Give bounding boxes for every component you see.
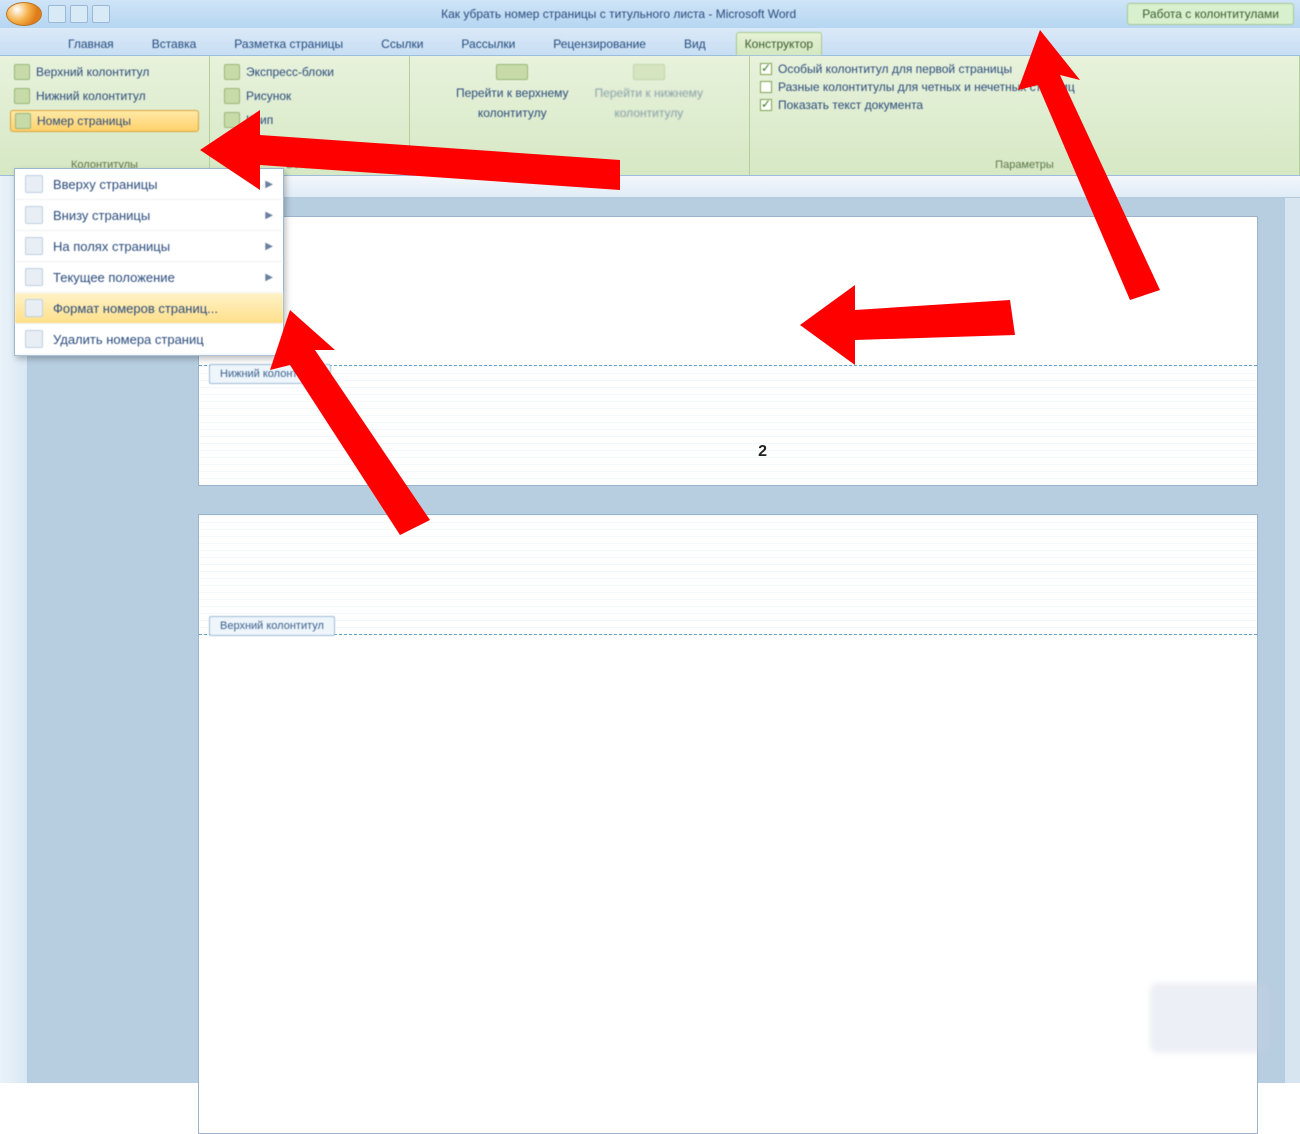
format-icon bbox=[25, 299, 43, 317]
checkbox-icon bbox=[760, 63, 772, 75]
dd-label: Текущее положение bbox=[53, 270, 175, 285]
annotation-arrow bbox=[800, 280, 1020, 370]
dd-label: Вверху страницы bbox=[53, 177, 158, 192]
qat-undo-icon[interactable] bbox=[70, 5, 88, 23]
quickparts-label: Экспресс-блоки bbox=[246, 65, 334, 79]
chevron-right-icon: ▶ bbox=[265, 272, 273, 283]
contextual-tab-label[interactable]: Работа с колонтитулами bbox=[1127, 3, 1294, 25]
dd-remove-page-numbers[interactable]: Удалить номера страниц bbox=[15, 324, 283, 355]
document-page[interactable]: Верхний колонтитул bbox=[198, 514, 1258, 1134]
vertical-scrollbar[interactable] bbox=[1284, 176, 1300, 1083]
tab-mailings[interactable]: Рассылки bbox=[453, 33, 523, 55]
quickparts-button[interactable]: Экспресс-блоки bbox=[220, 62, 399, 82]
tab-page-layout[interactable]: Разметка страницы bbox=[226, 33, 351, 55]
tab-references[interactable]: Ссылки bbox=[373, 33, 431, 55]
header-button[interactable]: Верхний колонтитул bbox=[10, 62, 199, 82]
chevron-right-icon: ▶ bbox=[265, 241, 273, 252]
title-bar: Как убрать номер страницы с титульного л… bbox=[0, 0, 1300, 28]
header-label: Верхний колонтитул bbox=[36, 65, 149, 79]
dd-current-position[interactable]: Текущее положение ▶ bbox=[15, 262, 283, 293]
page-number-value[interactable]: 2 bbox=[758, 443, 767, 461]
annotation-arrow bbox=[270, 310, 450, 540]
quickparts-icon bbox=[224, 64, 240, 80]
page-number-label: Номер страницы bbox=[37, 114, 131, 128]
remove-icon bbox=[25, 330, 43, 348]
header-tag: Верхний колонтитул bbox=[209, 616, 335, 636]
page-number-icon bbox=[15, 113, 31, 129]
page-number-button[interactable]: Номер страницы bbox=[10, 110, 199, 132]
page-margin-icon bbox=[25, 237, 43, 255]
dd-format-page-numbers[interactable]: Формат номеров страниц... bbox=[15, 293, 283, 324]
footer-label: Нижний колонтитул bbox=[36, 89, 146, 103]
current-pos-icon bbox=[25, 268, 43, 286]
quick-access-toolbar bbox=[48, 5, 110, 23]
window-title: Как убрать номер страницы с титульного л… bbox=[116, 7, 1121, 21]
qat-save-icon[interactable] bbox=[48, 5, 66, 23]
dd-page-margins[interactable]: На полях страницы ▶ bbox=[15, 231, 283, 262]
checkbox-icon bbox=[760, 81, 772, 93]
dd-label: Удалить номера страниц bbox=[53, 332, 204, 347]
opt-first-page-label: Особый колонтитул для первой страницы bbox=[778, 62, 1012, 76]
tab-design[interactable]: Конструктор bbox=[736, 32, 822, 55]
page-bottom-icon bbox=[25, 206, 43, 224]
checkbox-icon bbox=[760, 99, 772, 111]
annotation-arrow bbox=[1010, 30, 1190, 310]
ribbon-group-header-footer: Верхний колонтитул Нижний колонтитул Ном… bbox=[0, 56, 210, 175]
office-button[interactable] bbox=[6, 2, 42, 26]
page-top-icon bbox=[25, 175, 43, 193]
footer-button[interactable]: Нижний колонтитул bbox=[10, 86, 199, 106]
opt-show-doc-label: Показать текст документа bbox=[778, 98, 923, 112]
tab-view[interactable]: Вид bbox=[676, 33, 714, 55]
goto-header-l1: Перейти к верхнему bbox=[456, 86, 569, 100]
header-icon bbox=[14, 64, 30, 80]
goto-header-icon bbox=[496, 64, 528, 80]
watermark bbox=[1150, 983, 1270, 1053]
dd-label: На полях страницы bbox=[53, 239, 170, 254]
annotation-arrow bbox=[200, 100, 630, 230]
goto-footer-icon bbox=[633, 64, 665, 80]
tab-review[interactable]: Рецензирование bbox=[545, 33, 654, 55]
goto-footer-l1: Перейти к нижнему bbox=[595, 86, 704, 100]
dd-label: Внизу страницы bbox=[53, 208, 150, 223]
dd-label: Формат номеров страниц... bbox=[53, 301, 218, 316]
qat-redo-icon[interactable] bbox=[92, 5, 110, 23]
tab-insert[interactable]: Вставка bbox=[144, 33, 205, 55]
footer-icon bbox=[14, 88, 30, 104]
tab-home[interactable]: Главная bbox=[60, 33, 122, 55]
